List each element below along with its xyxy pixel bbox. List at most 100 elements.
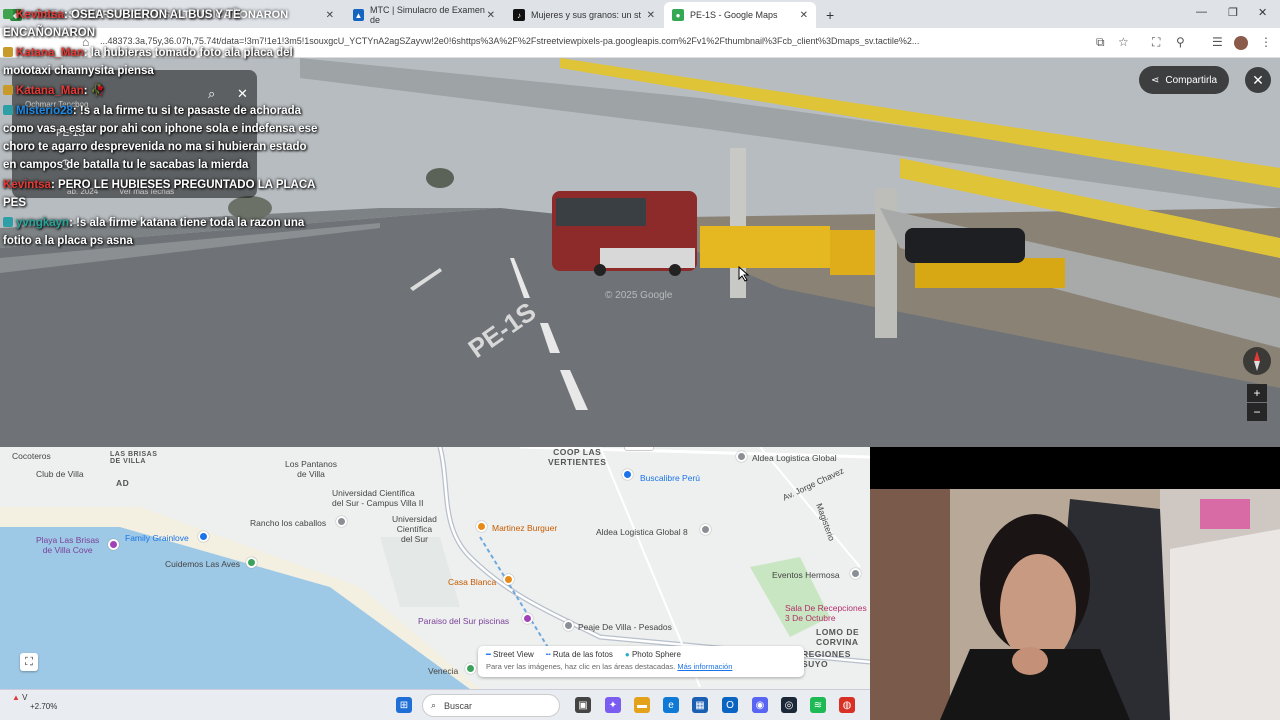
map-pin-icon[interactable] [563,620,574,631]
chat-message: yvngkayn: !s ala firme katana tiene toda… [3,214,323,250]
stock-widget[interactable]: ▲ V +2.70% [12,693,57,711]
map-pin-icon[interactable] [476,521,487,532]
mouse-cursor-icon [738,266,750,282]
close-icon: ✕ [1252,71,1264,88]
legend-photo-route-label: Ruta de las fotos [552,650,613,659]
legend-hint: Para ver las imágenes, haz clic en las á… [486,662,732,671]
map-pin-icon[interactable] [736,451,747,462]
map-pin-icon[interactable] [246,557,257,568]
map-pin-icon[interactable] [465,663,476,674]
install-icon[interactable]: ⧉ [1096,35,1105,50]
zoom-out-button[interactable]: − [1247,403,1267,421]
taskbar-search[interactable]: ⌕ Buscar [422,694,560,717]
chat-message: Katana_Man: la hubieras tomado foto ala … [3,44,323,80]
maximize-icon[interactable]: ❐ [1228,6,1238,19]
map-label: Aldea Logistica Global 8 [596,527,688,537]
legend-hint-text: Para ver las imágenes, haz clic en las á… [486,662,676,671]
chat-username: yvngkayn [16,217,70,229]
share-button[interactable]: ⋖ Compartirla [1139,66,1230,94]
chat-badge-icon [3,47,13,57]
tab-favicon-icon: ▲ [353,9,364,21]
map-label: COOP LAS VERTIENTES [548,447,607,467]
spotify-icon[interactable]: ≋ [810,697,826,713]
legend-photo-sphere-label: Photo Sphere [631,650,681,659]
map-label: Playa Las Brisas de Villa Cove [36,535,100,555]
chat-username: Misterio28 [16,105,73,117]
chat-badge-icon [3,105,13,115]
map-label: Cocoteros [12,451,51,461]
tab-google-maps[interactable]: ● PE-1S - Google Maps ✕ [664,2,816,28]
map-label: REGIONES SUYO [802,649,851,669]
chat-badge-icon [3,85,13,95]
screenshot-icon[interactable]: ⛶ [1152,35,1160,50]
maps-pin-icon: ● [672,9,684,21]
map-label: Los Pantanos de Villa [285,459,337,479]
tab-close-icon[interactable]: ✕ [326,10,334,21]
map-resize-handle[interactable]: = [624,447,654,451]
chat-message: Misterio28: !s a la firme tu si te pasas… [3,102,323,174]
zoom-in-button[interactable]: + [1247,384,1267,402]
steam-icon[interactable]: ◎ [781,697,797,713]
browser-menu-icon[interactable]: ⋮ [1260,35,1272,49]
map-label: Club de Villa [36,469,84,479]
windows-taskbar: ▲ V +2.70% ⊞ ⌕ Buscar ▣ ✦ ▬ e ▦ O ◉ ◎ ≋ … [0,689,870,720]
map-label: Peaje De Villa - Pesados [578,622,672,632]
map-label: Buscalibre Perú [640,473,701,483]
map-label: Aldea Logistica Global [752,453,837,463]
more-info-link[interactable]: Más información [677,662,732,671]
task-view-icon[interactable]: ▣ [575,697,591,713]
zoom-in-label: + [1253,386,1261,400]
stream-chat-overlay: Kevintsa: OSEA SUBIERON AL BUS Y TE ENCA… [3,6,323,252]
outlook-icon[interactable]: O [722,697,738,713]
extensions-icon[interactable]: ⚲ [1176,35,1185,49]
tab-close-icon[interactable]: ✕ [800,10,808,21]
sidebar-icon[interactable]: ☰ [1212,35,1223,49]
webcam-scene [870,489,1280,720]
share-label: Compartirla [1165,74,1218,86]
dashed-line-icon: ╍ [545,650,553,659]
copilot-icon[interactable]: ✦ [605,697,621,713]
map-label: Family Grainlove [125,533,189,543]
tab-label: PE-1S - Google Maps [690,10,778,20]
tab-close-icon[interactable]: ✕ [647,10,655,21]
chat-badge-icon [3,217,13,227]
google-watermark: © 2025 Google [605,290,673,301]
map-label: Eventos Hermosa [772,570,840,580]
tab-favicon-icon: ♪ [513,9,525,21]
tab-close-icon[interactable]: ✕ [487,10,495,21]
map-pin-icon[interactable] [622,469,633,480]
legend-street-view-label: Street View [493,650,534,659]
search-icon: ⌕ [431,700,437,710]
mini-map[interactable]: = Cocoteros LAS BRISAS DE VILLA Club de … [0,447,870,689]
bookmark-star-icon[interactable]: ☆ [1118,35,1129,49]
tab-label: Mujeres y sus granos: un sticker [531,10,641,20]
map-pin-icon[interactable] [503,574,514,585]
map-pin-icon[interactable] [108,539,119,550]
tab-mtc[interactable]: ▲ MTC | Simulacro de Examen de ✕ [345,2,503,28]
minimize-icon[interactable]: — [1196,6,1207,18]
map-pin-icon[interactable] [336,516,347,527]
discord-icon[interactable]: ◉ [752,697,768,713]
map-label: Rancho los caballos [250,518,327,528]
map-label: Cuidemos Las Aves [165,559,240,569]
tab-mujeres[interactable]: ♪ Mujeres y sus granos: un sticker ✕ [505,2,663,28]
window-close-icon[interactable]: ✕ [1258,6,1267,19]
store-icon[interactable]: ▦ [692,697,708,713]
edge-icon[interactable]: e [663,697,679,713]
chat-username: Kevintsa [3,179,51,191]
compass-icon[interactable] [1243,347,1271,375]
map-pin-icon[interactable] [700,524,711,535]
new-tab-button[interactable]: + [818,2,842,28]
folder-icon[interactable]: ▬ [634,697,650,713]
map-pin-icon[interactable] [198,531,209,542]
profile-avatar[interactable] [1234,36,1248,50]
chrome-icon[interactable]: ◍ [839,697,855,713]
new-tab-label: + [826,7,835,23]
map-pin-icon[interactable] [850,568,861,579]
windows-start-icon[interactable]: ⊞ [396,697,412,713]
fullscreen-icon[interactable]: ⛶ [20,653,38,671]
map-pin-icon[interactable] [522,613,533,624]
stock-value: +2.70% [30,702,58,711]
street-view-close-button[interactable]: ✕ [1245,67,1271,93]
legend-row: ━ Street View ╍ Ruta de las fotos ● Phot… [486,650,681,659]
